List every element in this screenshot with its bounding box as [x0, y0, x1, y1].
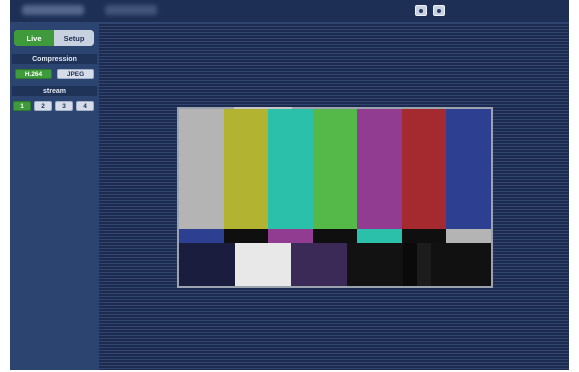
color-bar-bottom-3 — [291, 243, 347, 286]
camera-icon[interactable] — [433, 5, 445, 16]
top-header — [10, 0, 569, 23]
color-bar-bottom-1 — [179, 243, 235, 286]
camera-title — [105, 5, 157, 15]
stream-title: stream — [12, 86, 97, 96]
mode-tabs: Live Setup — [14, 30, 94, 46]
brand-logo — [22, 5, 84, 15]
color-bar-top-4 — [312, 109, 358, 229]
browser-frame: Live Setup Compression H.264 JPEG stream… — [10, 0, 569, 370]
color-bar-top-6 — [401, 109, 447, 229]
color-bar-top-3 — [268, 109, 313, 229]
color-bars-bottom — [179, 243, 491, 286]
live-view-area — [99, 23, 569, 370]
color-bar-bottom-4 — [347, 243, 403, 286]
color-bar-bottom-7 — [431, 243, 491, 286]
snapshot-icon-lens — [419, 8, 423, 13]
stream-3-button[interactable]: 3 — [55, 101, 73, 111]
color-bar-middle-4 — [312, 229, 358, 243]
color-bar-bottom-2 — [235, 243, 291, 286]
color-bar-middle-6 — [401, 229, 447, 243]
stream-4-button[interactable]: 4 — [76, 101, 94, 111]
color-bar-middle-1 — [179, 229, 224, 243]
color-bar-top-5 — [357, 109, 402, 229]
color-bar-top-7 — [446, 109, 492, 229]
color-bar-middle-3 — [268, 229, 313, 243]
color-bar-bottom-5 — [403, 243, 417, 286]
compression-jpeg-button[interactable]: JPEG — [57, 69, 94, 79]
color-bar-bottom-6 — [417, 243, 431, 286]
tab-live[interactable]: Live — [14, 30, 54, 46]
video-viewer[interactable] — [177, 107, 493, 288]
compression-title: Compression — [12, 54, 97, 64]
color-bar-middle-5 — [357, 229, 402, 243]
color-bars-top — [179, 109, 492, 229]
color-bar-middle-2 — [223, 229, 269, 243]
camera-icon-lens — [437, 8, 441, 13]
stream-2-button[interactable]: 2 — [34, 101, 52, 111]
color-bars-middle — [179, 229, 492, 243]
sidebar: Live Setup Compression H.264 JPEG stream… — [10, 23, 99, 370]
tab-setup[interactable]: Setup — [54, 30, 94, 46]
snapshot-icon[interactable] — [415, 5, 427, 16]
color-bar-top-2 — [223, 109, 269, 229]
color-bar-top-1 — [179, 109, 224, 229]
compression-h264-button[interactable]: H.264 — [15, 69, 52, 79]
stream-1-button[interactable]: 1 — [13, 101, 31, 111]
color-bar-middle-7 — [446, 229, 492, 243]
